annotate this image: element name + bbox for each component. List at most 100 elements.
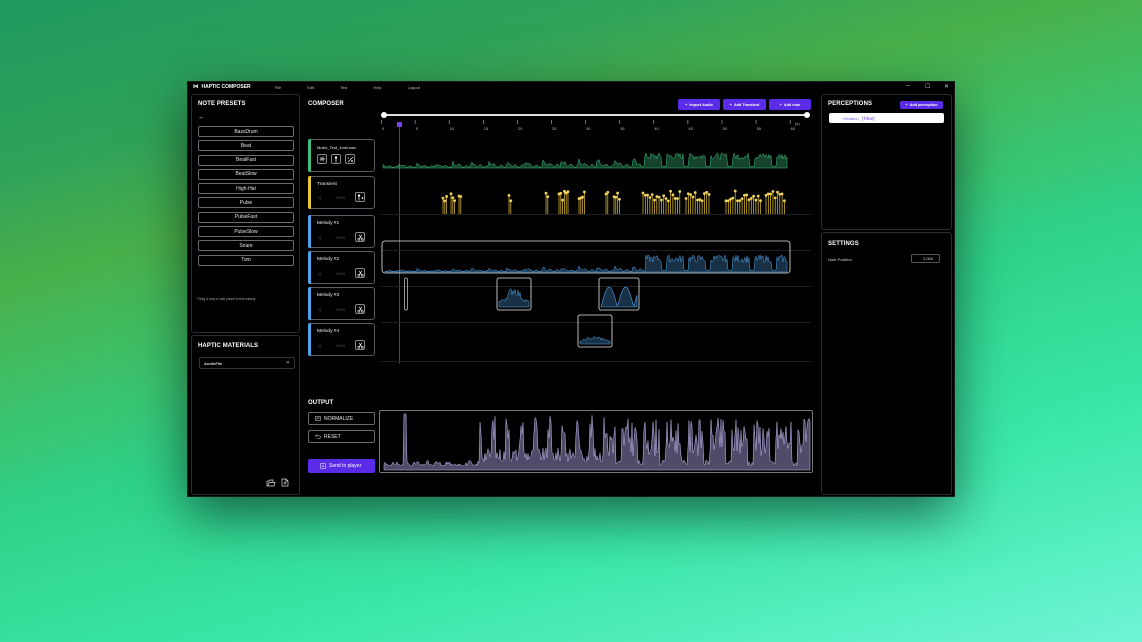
track-mute-icon[interactable]: ◁) (317, 271, 321, 276)
melody-1-waveform (384, 254, 788, 273)
track-volume[interactable]: 100% (335, 271, 345, 276)
preset-item[interactable]: Tom (198, 254, 294, 266)
track-mute-icon[interactable]: ◁) (317, 195, 321, 200)
track-name: Melody #3 (317, 293, 340, 298)
transient-pin-icon[interactable] (331, 154, 341, 164)
transient-dot (705, 190, 709, 194)
track-melody-2[interactable]: Melody #2 ◁) 100% (308, 251, 375, 284)
preset-item[interactable]: BeatSlow (198, 168, 294, 180)
haptic-materials-title: HAPTIC MATERIALS (198, 343, 259, 349)
track-mute-icon[interactable]: ◁) (317, 235, 321, 240)
preset-item[interactable]: PulseFast (198, 211, 294, 223)
material-item[interactable]: AudioFile ✕ (199, 357, 295, 369)
track-audio[interactable]: Music_Test_1min.wav (308, 139, 375, 172)
track-volume[interactable]: 100% (335, 235, 345, 240)
back-arrow-icon[interactable]: ← (198, 114, 205, 121)
transient-dot (581, 195, 584, 199)
note-position-value: 1.000 (922, 256, 933, 261)
transient-dot (773, 196, 777, 200)
preset-item[interactable]: High-Hat (198, 183, 294, 195)
transient-dot (666, 199, 670, 203)
perception-item-vibration[interactable]: Vibration (Time) (829, 113, 944, 123)
plus-icon: + (685, 102, 688, 107)
menu-file[interactable]: File (275, 85, 281, 90)
remove-material-icon[interactable]: ✕ (286, 360, 290, 366)
track-color-stripe (308, 287, 311, 320)
perception-label: Vibration (843, 115, 859, 121)
track-color-stripe (308, 176, 311, 209)
track-volume[interactable]: 100% (335, 195, 345, 200)
menu-test[interactable]: Test (340, 85, 347, 90)
menu-help[interactable]: Help (373, 85, 381, 90)
transient-dot (689, 193, 692, 197)
zoom-range-end-handle[interactable] (804, 112, 810, 118)
transient-dot (780, 192, 784, 196)
track-timeline[interactable] (381, 137, 811, 363)
zoom-range-track[interactable] (384, 114, 808, 116)
transient-dot (443, 199, 447, 203)
preset-item[interactable]: Pulse (198, 197, 294, 209)
normalize-label: NORMALIZE (324, 415, 354, 422)
track-volume[interactable]: 100% (335, 307, 345, 312)
material-item-label: AudioFile (204, 361, 223, 366)
send-to-player-button[interactable]: Send to player (308, 459, 375, 473)
note-position-input[interactable]: 1.000 (911, 254, 940, 263)
menu-edit[interactable]: Edit (307, 85, 314, 90)
scissors-icon[interactable] (355, 340, 365, 350)
perception-value: (Time) (861, 115, 875, 121)
track-melody-1[interactable]: Melody #1 ◁) 100% (308, 215, 375, 248)
split-icon[interactable] (345, 154, 355, 164)
add-note-button[interactable]: + Add note (769, 99, 811, 110)
output-waveform-box (379, 410, 813, 473)
transient-dot (657, 195, 661, 199)
new-file-icon[interactable] (281, 478, 289, 487)
preset-item[interactable]: Snare (198, 240, 294, 252)
track-melody-3[interactable]: Melody #3 ◁) 100% (308, 287, 375, 320)
note-position-label: Note Position (828, 257, 852, 262)
track-mute-icon[interactable]: ◁) (317, 307, 321, 312)
transient-dot (459, 195, 463, 198)
track-name: Melody #4 (317, 329, 340, 334)
open-folder-icon[interactable] (266, 479, 276, 487)
track-transient[interactable]: Transient ◁) 100% (308, 176, 375, 209)
scissors-icon[interactable] (355, 232, 365, 242)
track-mute-icon[interactable]: ◁) (317, 343, 321, 348)
track-volume[interactable]: 100% (335, 343, 345, 348)
add-transient-pin-icon[interactable] (355, 192, 365, 202)
add-perception-button[interactable]: + Add perception (900, 101, 943, 109)
zoom-range-start-handle[interactable] (381, 112, 387, 118)
transient-dot (662, 194, 666, 198)
waveform-mode-icon[interactable] (317, 154, 327, 164)
transient-dot (509, 199, 513, 203)
add-perception-label: Add perception (909, 103, 938, 107)
import-audio-button[interactable]: + Import Audio (678, 99, 720, 110)
playhead-handle (396, 122, 402, 127)
app-window: ⋈ HAPTIC COMPOSER File Edit Test Help Lo… (187, 81, 955, 497)
normalize-button[interactable]: NORMALIZE (308, 412, 375, 425)
close-icon[interactable]: ✕ (944, 83, 949, 90)
menu-logout[interactable]: Logout (408, 85, 420, 90)
transient-dot (740, 197, 744, 201)
haptic-materials-panel: HAPTIC MATERIALS AudioFile ✕ (191, 335, 300, 495)
add-transient-button[interactable]: + Add Transient (723, 99, 766, 110)
transient-dot (756, 194, 760, 198)
melody-2-waveform-b (600, 286, 638, 308)
preset-item[interactable]: BeatFast (198, 154, 294, 166)
transient-dot (616, 191, 619, 195)
output-waveform (383, 413, 811, 471)
track-color-stripe (308, 251, 311, 284)
maximize-icon[interactable]: ☐ (925, 83, 930, 90)
transient-dot (561, 198, 564, 202)
note-presets-panel: NOTE PRESETS ← BassDrum Beat BeatFast BeatS… (191, 94, 300, 333)
reset-button[interactable]: RESET (308, 430, 375, 443)
minimize-icon[interactable]: ─ (906, 83, 910, 89)
preset-item[interactable]: BassDrum (198, 126, 294, 137)
plus-icon: + (905, 103, 908, 107)
track-color-stripe (308, 215, 311, 248)
transient-dot (559, 191, 563, 195)
scissors-icon[interactable] (355, 304, 365, 314)
scissors-icon[interactable] (355, 268, 365, 278)
preset-item[interactable]: PulseSlow (198, 226, 294, 238)
track-melody-4[interactable]: Melody #4 ◁) 100% (308, 323, 375, 356)
preset-item[interactable]: Beat (198, 140, 294, 152)
